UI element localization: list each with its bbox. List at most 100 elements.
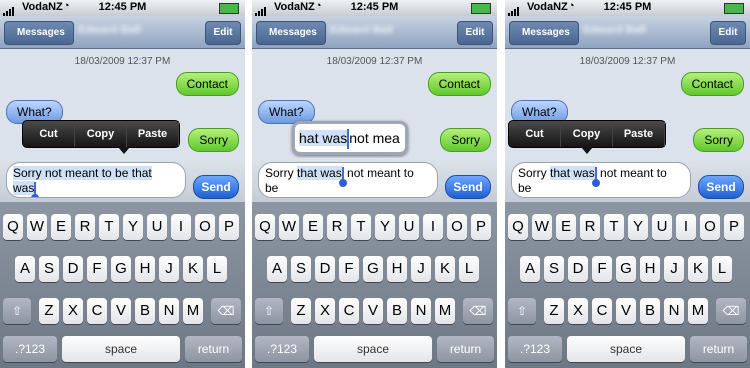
key-v[interactable]: V [616, 298, 636, 324]
key-o[interactable]: O [447, 214, 467, 240]
key-f[interactable]: F [339, 256, 359, 282]
key-c[interactable]: C [592, 298, 612, 324]
key-g[interactable]: G [616, 256, 636, 282]
key-a[interactable]: A [15, 256, 35, 282]
key-v[interactable]: V [111, 298, 131, 324]
key-g[interactable]: G [111, 256, 131, 282]
selection-handle[interactable] [591, 166, 600, 187]
key-l[interactable]: L [459, 256, 479, 282]
key-y[interactable]: Y [123, 214, 143, 240]
key-p[interactable]: P [219, 214, 239, 240]
key-k[interactable]: K [183, 256, 203, 282]
key-e[interactable]: E [51, 214, 71, 240]
key-u[interactable]: U [652, 214, 672, 240]
shift-key[interactable]: ⇧ [255, 298, 283, 324]
key-u[interactable]: U [399, 214, 419, 240]
key-u[interactable]: U [147, 214, 167, 240]
key-d[interactable]: D [63, 256, 83, 282]
numbers-key[interactable]: .?123 [255, 336, 309, 362]
back-button[interactable]: Messages [4, 21, 74, 45]
key-c[interactable]: C [87, 298, 107, 324]
send-button[interactable]: Send [193, 175, 239, 199]
sent-message-bubble[interactable]: Sorry [693, 128, 744, 152]
key-n[interactable]: N [159, 298, 179, 324]
key-m[interactable]: M [435, 298, 455, 324]
numbers-key[interactable]: .?123 [508, 336, 562, 362]
back-button[interactable]: Messages [256, 21, 326, 45]
key-g[interactable]: G [363, 256, 383, 282]
key-v[interactable]: V [363, 298, 383, 324]
key-q[interactable]: Q [508, 214, 528, 240]
key-d[interactable]: D [568, 256, 588, 282]
key-x[interactable]: X [63, 298, 83, 324]
copy-menu-item[interactable]: Copy [75, 121, 127, 147]
key-z[interactable]: Z [39, 298, 59, 324]
key-b[interactable]: B [387, 298, 407, 324]
key-w[interactable]: W [27, 214, 47, 240]
key-w[interactable]: W [279, 214, 299, 240]
copy-menu-item[interactable]: Copy [561, 121, 613, 147]
shift-key[interactable]: ⇧ [508, 298, 536, 324]
key-a[interactable]: A [267, 256, 287, 282]
key-l[interactable]: L [712, 256, 732, 282]
key-y[interactable]: Y [375, 214, 395, 240]
edit-button[interactable]: Edit [710, 21, 746, 45]
paste-menu-item[interactable]: Paste [127, 121, 179, 147]
key-n[interactable]: N [411, 298, 431, 324]
send-button[interactable]: Send [698, 175, 744, 199]
key-b[interactable]: B [135, 298, 155, 324]
back-button[interactable]: Messages [509, 21, 579, 45]
cut-menu-item[interactable]: Cut [509, 121, 561, 147]
key-k[interactable]: K [435, 256, 455, 282]
key-p[interactable]: P [724, 214, 744, 240]
key-x[interactable]: X [315, 298, 335, 324]
edit-button[interactable]: Edit [457, 21, 493, 45]
key-i[interactable]: I [171, 214, 191, 240]
key-k[interactable]: K [688, 256, 708, 282]
key-a[interactable]: A [520, 256, 540, 282]
sent-message-bubble[interactable]: Sorry [440, 128, 491, 152]
key-s[interactable]: S [544, 256, 564, 282]
key-n[interactable]: N [664, 298, 684, 324]
key-m[interactable]: M [688, 298, 708, 324]
sent-message-bubble[interactable]: Contact [175, 72, 239, 96]
key-r[interactable]: R [580, 214, 600, 240]
key-t[interactable]: T [604, 214, 624, 240]
sent-message-bubble[interactable]: Contact [680, 72, 744, 96]
key-j[interactable]: J [159, 256, 179, 282]
key-r[interactable]: R [327, 214, 347, 240]
selection-handle[interactable] [31, 181, 40, 197]
key-h[interactable]: H [640, 256, 660, 282]
key-w[interactable]: W [532, 214, 552, 240]
key-z[interactable]: Z [291, 298, 311, 324]
space-key[interactable]: space [567, 336, 685, 362]
key-s[interactable]: S [39, 256, 59, 282]
message-input[interactable]: Sorry not meant to be that was [6, 162, 186, 198]
message-input[interactable]: Sorry that was not meant to be [258, 162, 438, 198]
shift-key[interactable]: ⇧ [3, 298, 31, 324]
key-i[interactable]: I [423, 214, 443, 240]
return-key[interactable]: return [690, 336, 747, 362]
key-m[interactable]: M [183, 298, 203, 324]
sent-message-bubble[interactable]: Sorry [188, 128, 239, 152]
key-f[interactable]: F [592, 256, 612, 282]
key-r[interactable]: R [75, 214, 95, 240]
send-button[interactable]: Send [445, 175, 491, 199]
key-l[interactable]: L [207, 256, 227, 282]
key-t[interactable]: T [99, 214, 119, 240]
delete-key[interactable]: ⌫ [463, 298, 493, 324]
paste-menu-item[interactable]: Paste [613, 121, 665, 147]
key-q[interactable]: Q [255, 214, 275, 240]
key-c[interactable]: C [339, 298, 359, 324]
message-input[interactable]: Sorry that was not meant to be [511, 162, 691, 198]
key-j[interactable]: J [664, 256, 684, 282]
return-key[interactable]: return [185, 336, 242, 362]
key-i[interactable]: I [676, 214, 696, 240]
key-p[interactable]: P [471, 214, 491, 240]
key-f[interactable]: F [87, 256, 107, 282]
key-o[interactable]: O [700, 214, 720, 240]
key-t[interactable]: T [351, 214, 371, 240]
key-y[interactable]: Y [628, 214, 648, 240]
key-e[interactable]: E [556, 214, 576, 240]
key-z[interactable]: Z [544, 298, 564, 324]
